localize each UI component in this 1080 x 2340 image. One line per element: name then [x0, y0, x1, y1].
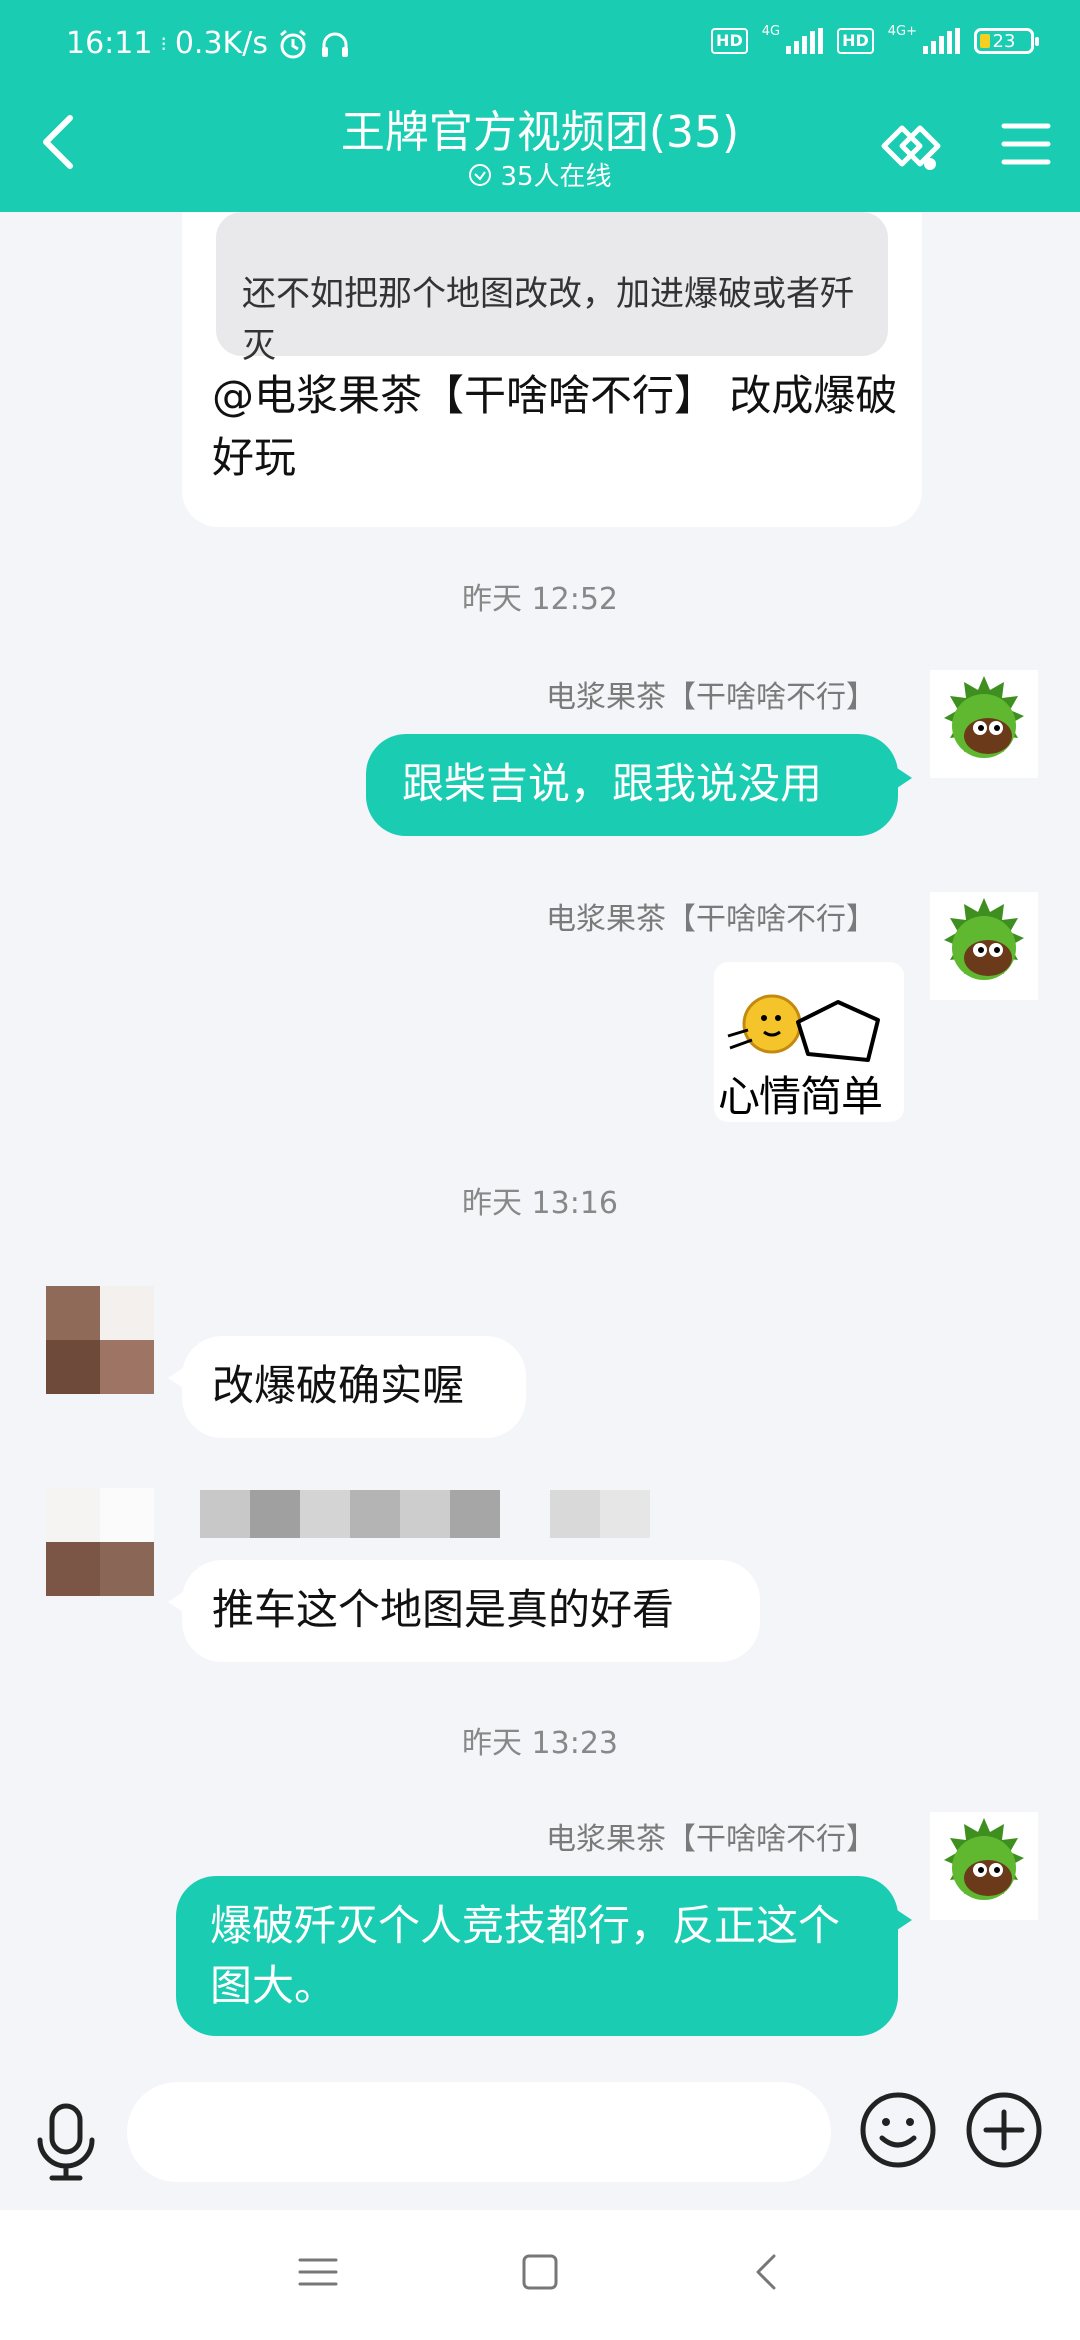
- recent-apps-icon[interactable]: [296, 2254, 340, 2290]
- avatar-blurred[interactable]: [46, 1488, 154, 1596]
- check-circle-icon: [469, 163, 492, 186]
- hd-badge: HD: [837, 28, 874, 54]
- plus-icon[interactable]: [964, 2090, 1044, 2170]
- message-text: 改爆破确实喔: [212, 1361, 465, 1410]
- message-bubble-reply[interactable]: 还不如把那个地图改改，加进爆破或者歼灭 @电浆果茶【干啥啥不行】 改成爆破好玩: [182, 212, 922, 527]
- network-type: 4G+: [887, 23, 917, 39]
- system-nav-bar: [0, 2210, 1080, 2340]
- status-left: 16:11 ⁝ 0.3K/s: [66, 26, 352, 61]
- network-type: 4G: [761, 23, 781, 39]
- message-list[interactable]: 还不如把那个地图改改，加进爆破或者歼灭 @电浆果茶【干啥啥不行】 改成爆破好玩 …: [0, 212, 1080, 2060]
- nav-back-icon[interactable]: [752, 2252, 782, 2292]
- hd-badge: HD: [711, 28, 748, 54]
- sender-name: 电浆果茶【干啥啥不行】: [546, 1822, 876, 1857]
- sticker-drawing: [727, 994, 880, 1062]
- input-bar: [0, 2060, 1080, 2210]
- home-icon[interactable]: [520, 2252, 560, 2292]
- message-bubble-out[interactable]: 跟柴吉说，跟我说没用: [366, 734, 912, 836]
- status-bar: 16:11 ⁝ 0.3K/s HD 4G HD 4G+ 23: [0, 0, 1080, 96]
- message-text: 推车这个地图是真的好看: [212, 1585, 675, 1634]
- timestamp: 昨天 12:52: [462, 582, 618, 617]
- app-header: 16:11 ⁝ 0.3K/s HD 4G HD 4G+ 23 王牌官方视频团(3…: [0, 0, 1080, 212]
- avatar-blurred[interactable]: [46, 1286, 154, 1394]
- alarm-icon: [280, 29, 306, 58]
- message-text: @电浆果茶【干啥啥不行】 改成爆破好玩: [212, 371, 898, 482]
- network-speed: 0.3K/s: [174, 26, 268, 61]
- message-bubble-in[interactable]: 推车这个地图是真的好看: [168, 1560, 760, 1662]
- sticker-message[interactable]: 心情简单: [714, 962, 904, 1122]
- sticker-caption: 心情简单: [718, 1072, 883, 1121]
- online-count: 35人在线: [500, 162, 612, 192]
- headphones-icon: [321, 32, 348, 57]
- redacted-sender-name: [200, 1490, 650, 1538]
- battery-level: 23: [992, 30, 1016, 52]
- message-bubble-out[interactable]: 爆破歼灭个人竞技都行，反正这个图大。: [176, 1876, 912, 2036]
- avatar-chestnut[interactable]: [930, 892, 1038, 1000]
- sender-name: 电浆果茶【干啥啥不行】: [546, 902, 876, 937]
- signal-icon: [923, 28, 960, 54]
- message-bubble-in[interactable]: 改爆破确实喔: [168, 1336, 526, 1438]
- microphone-icon[interactable]: [32, 2102, 100, 2182]
- sender-name: 电浆果茶【干啥啥不行】: [546, 680, 876, 715]
- clock: 16:11: [66, 26, 153, 61]
- avatar-chestnut[interactable]: [930, 1812, 1038, 1920]
- battery-icon: 23: [974, 28, 1039, 54]
- quoted-message: 还不如把那个地图改改，加进爆破或者歼灭: [216, 212, 888, 366]
- signal-icon: [786, 28, 824, 54]
- separator-icon: ⁝: [160, 31, 167, 56]
- message-input[interactable]: [127, 2082, 831, 2182]
- timestamp: 昨天 13:23: [462, 1726, 618, 1761]
- emoji-icon[interactable]: [858, 2090, 938, 2170]
- timestamp: 昨天 13:16: [462, 1186, 618, 1221]
- avatar-chestnut[interactable]: [930, 670, 1038, 778]
- link-icon[interactable]: [876, 112, 946, 182]
- message-text: 跟柴吉说，跟我说没用: [402, 759, 823, 808]
- message-text: 爆破歼灭个人竞技都行，反正这个图大。: [210, 1901, 841, 2010]
- status-right: HD 4G HD 4G+ 23: [711, 24, 1039, 54]
- menu-icon[interactable]: [1000, 116, 1052, 172]
